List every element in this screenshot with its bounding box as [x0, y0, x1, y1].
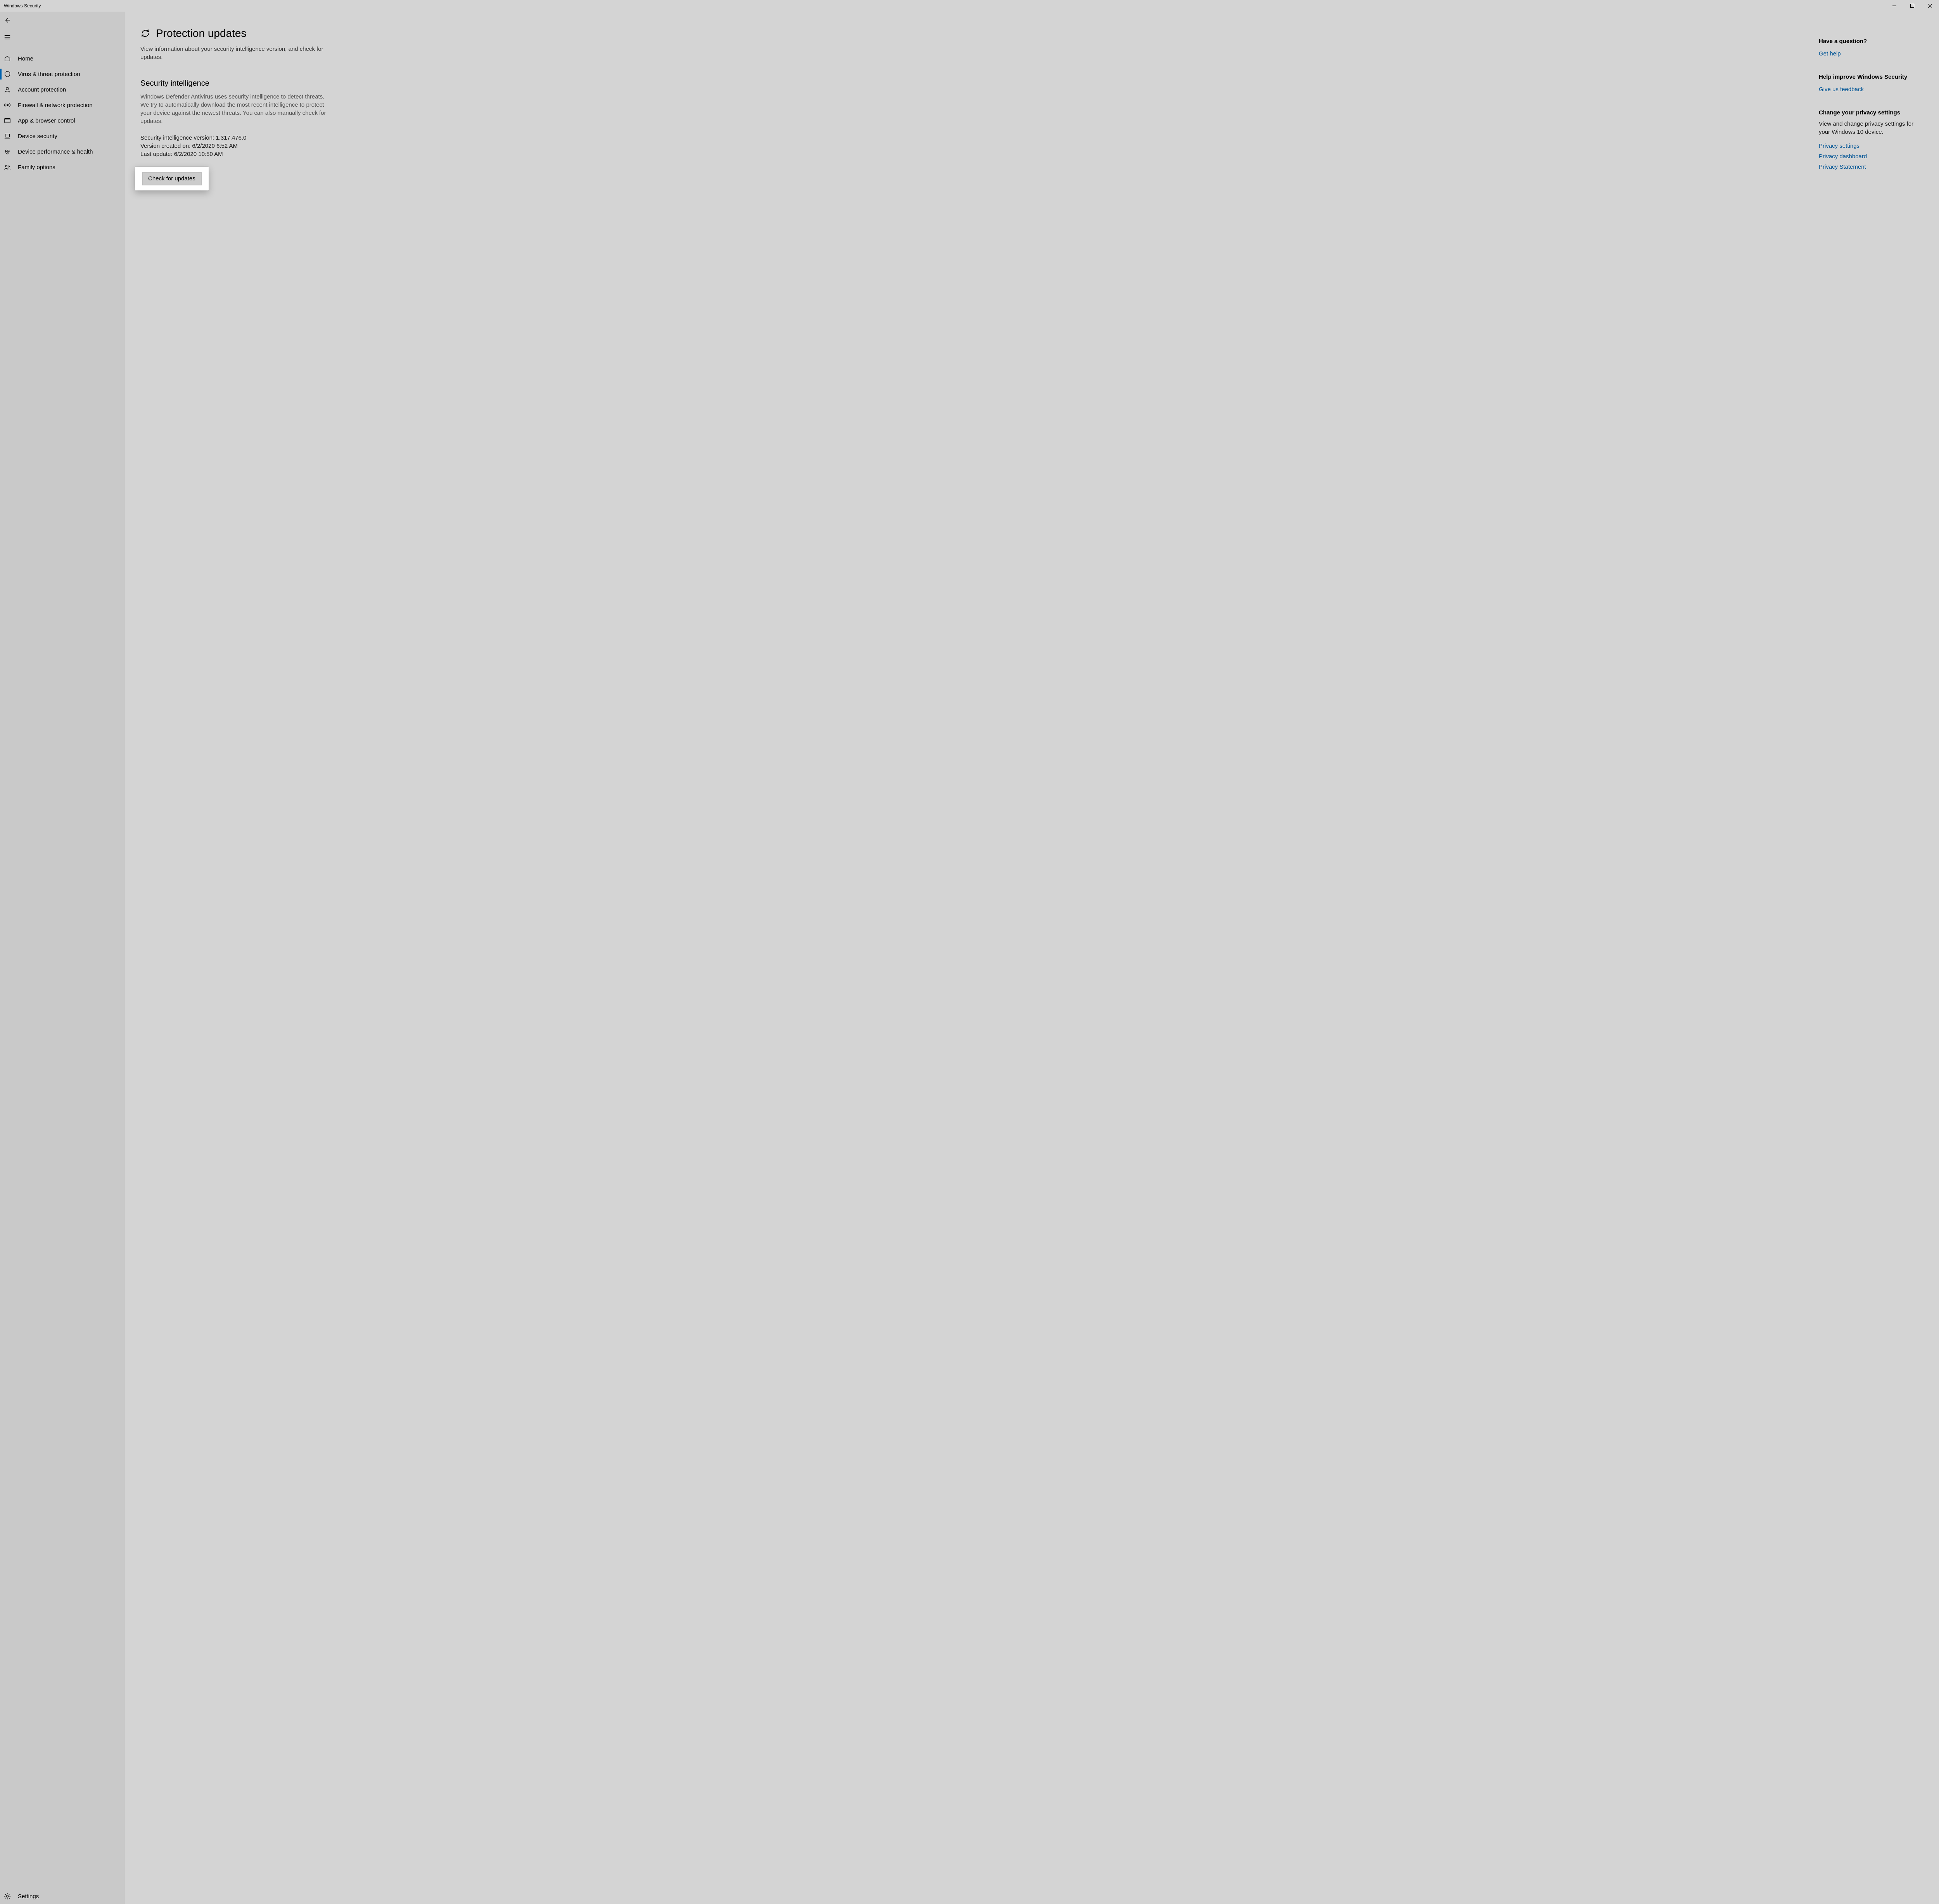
sidebar-item-settings[interactable]: Settings — [0, 1888, 125, 1904]
arrow-left-icon — [4, 17, 11, 24]
question-heading: Have a question? — [1819, 38, 1920, 45]
laptop-icon — [4, 133, 11, 140]
improve-block: Help improve Windows Security Give us fe… — [1819, 74, 1920, 95]
version-info: Security intelligence version: 1.317.476… — [140, 134, 334, 158]
home-icon — [4, 55, 11, 62]
sidebar-item-label: Home — [18, 55, 33, 62]
sidebar-item-family[interactable]: Family options — [0, 159, 125, 175]
close-button[interactable] — [1921, 0, 1939, 12]
get-help-link[interactable]: Get help — [1819, 48, 1920, 59]
gear-icon — [4, 1893, 11, 1900]
sidebar-item-account[interactable]: Account protection — [0, 82, 125, 97]
question-block: Have a question? Get help — [1819, 38, 1920, 59]
improve-heading: Help improve Windows Security — [1819, 74, 1920, 80]
sidebar-item-label: Family options — [18, 164, 55, 171]
check-updates-highlight: Check for updates — [135, 167, 209, 190]
sidebar-item-home[interactable]: Home — [0, 51, 125, 66]
privacy-heading: Change your privacy settings — [1819, 109, 1920, 116]
page-title-row: Protection updates — [140, 27, 334, 40]
sidebar: Home Virus & threat protection Account p… — [0, 12, 125, 1904]
app-body: Home Virus & threat protection Account p… — [0, 12, 1939, 1904]
sidebar-item-appbrowser[interactable]: App & browser control — [0, 113, 125, 128]
privacy-statement-link[interactable]: Privacy Statement — [1819, 162, 1920, 172]
person-icon — [4, 86, 11, 93]
back-button[interactable] — [0, 12, 125, 29]
privacy-block: Change your privacy settings View and ch… — [1819, 109, 1920, 172]
hamburger-icon — [4, 34, 11, 41]
sidebar-item-label: Virus & threat protection — [18, 71, 80, 78]
heart-icon — [4, 148, 11, 155]
page-description: View information about your security int… — [140, 45, 330, 61]
antenna-icon — [4, 102, 11, 109]
refresh-icon — [140, 28, 150, 38]
check-updates-button[interactable]: Check for updates — [142, 172, 202, 185]
minimize-button[interactable] — [1885, 0, 1903, 12]
maximize-button[interactable] — [1903, 0, 1921, 12]
privacy-text: View and change privacy settings for you… — [1819, 120, 1920, 136]
shield-icon — [4, 71, 11, 78]
created-line: Version created on: 6/2/2020 6:52 AM — [140, 142, 334, 150]
sidebar-item-label: Account protection — [18, 86, 66, 93]
main-column: Protection updates View information abou… — [140, 27, 334, 1888]
family-icon — [4, 164, 11, 171]
sidebar-item-label: App & browser control — [18, 118, 75, 124]
version-line: Security intelligence version: 1.317.476… — [140, 134, 334, 142]
section-description: Windows Defender Antivirus uses security… — [140, 93, 334, 125]
section-title: Security intelligence — [140, 79, 334, 88]
content: Protection updates View information abou… — [125, 12, 1939, 1904]
sidebar-item-performance[interactable]: Device performance & health — [0, 144, 125, 159]
privacy-dashboard-link[interactable]: Privacy dashboard — [1819, 151, 1920, 162]
sidebar-item-label: Device performance & health — [18, 149, 93, 155]
sidebar-item-label: Firewall & network protection — [18, 102, 93, 109]
browser-icon — [4, 117, 11, 124]
window-controls — [1885, 0, 1939, 12]
titlebar: Windows Security — [0, 0, 1939, 12]
feedback-link[interactable]: Give us feedback — [1819, 84, 1920, 95]
sidebar-item-firewall[interactable]: Firewall & network protection — [0, 97, 125, 113]
sidebar-item-virus[interactable]: Virus & threat protection — [0, 66, 125, 82]
nav-list: Home Virus & threat protection Account p… — [0, 51, 125, 175]
sidebar-item-devicesecurity[interactable]: Device security — [0, 128, 125, 144]
sidebar-item-label: Settings — [18, 1893, 39, 1900]
window-title: Windows Security — [4, 3, 41, 9]
sidebar-item-label: Device security — [18, 133, 57, 140]
hamburger-button[interactable] — [0, 29, 125, 46]
side-column: Have a question? Get help Help improve W… — [1819, 27, 1920, 1888]
lastupdate-line: Last update: 6/2/2020 10:50 AM — [140, 150, 334, 158]
privacy-settings-link[interactable]: Privacy settings — [1819, 141, 1920, 151]
page-title: Protection updates — [156, 27, 247, 40]
